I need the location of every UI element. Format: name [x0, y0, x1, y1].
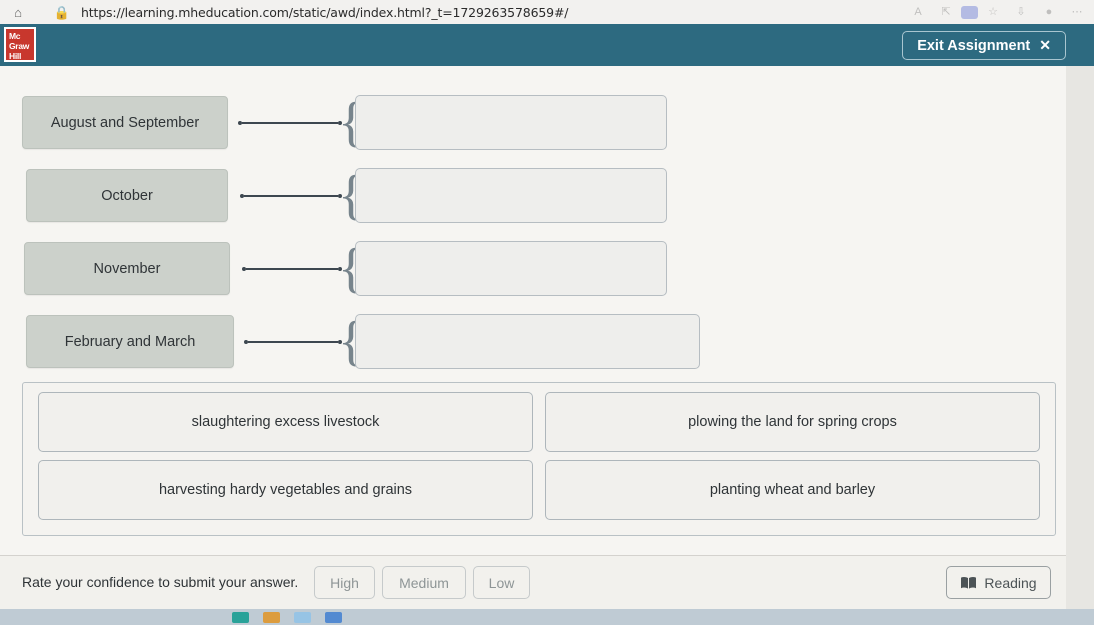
more-icon[interactable]: ⋯ [1064, 2, 1090, 22]
term-box-3[interactable]: November [24, 242, 230, 295]
connector-line-2 [240, 194, 342, 198]
footer-bar: Rate your confidence to submit your answ… [0, 555, 1072, 609]
answer-option[interactable]: plowing the land for spring crops [539, 392, 1046, 460]
app-header: Mc Graw Hill Exit Assignment ✕ [0, 24, 1094, 66]
answer-option-1[interactable]: slaughtering excess livestock [38, 392, 533, 452]
matching-area: August and September { October {Novembe… [0, 94, 1072, 388]
taskbar-icon-4[interactable] [325, 611, 342, 623]
term-label: August and September [50, 114, 200, 131]
drop-zone-1[interactable] [355, 95, 667, 150]
answer-option-label: slaughtering excess livestock [191, 414, 380, 430]
confidence-medium-label: Medium [399, 574, 449, 591]
match-row: August and September { [0, 94, 1072, 169]
answer-bank: slaughtering excess livestock plowing th… [22, 382, 1056, 536]
address-bar-url[interactable]: https://learning.mheducation.com/static/… [81, 5, 569, 20]
answer-option-label: planting wheat and barley [709, 482, 876, 498]
taskbar-icon-3[interactable] [294, 611, 311, 623]
term-box-2[interactable]: October [26, 169, 228, 222]
term-label: October [101, 187, 153, 204]
screen: ⌂ 🔒 https://learning.mheducation.com/sta… [0, 0, 1094, 625]
connector-segment [248, 341, 338, 343]
taskbar-icon-1[interactable] [232, 611, 249, 623]
connector-segment [244, 195, 338, 197]
logo-line-3: Hill [9, 51, 22, 61]
confidence-medium-button[interactable]: Medium [382, 566, 466, 599]
confidence-prompt: Rate your confidence to submit your answ… [22, 574, 299, 590]
desktop-taskbar [0, 609, 1094, 625]
drop-zone-4[interactable] [355, 314, 700, 369]
close-icon[interactable]: ✕ [1039, 37, 1051, 54]
share-icon[interactable]: ⇱ [933, 2, 959, 22]
match-row: February and March { [0, 313, 1072, 388]
logo-line-1: Mc [9, 31, 21, 41]
answer-option[interactable]: planting wheat and barley [539, 460, 1046, 528]
term-label: November [93, 260, 161, 277]
page-right-margin [1066, 66, 1094, 609]
answer-option-label: plowing the land for spring crops [688, 414, 897, 430]
connector-line-3 [242, 267, 342, 271]
browser-toolbar-icons: A ⇱ ☆ ⇩ ● ⋯ [905, 0, 1090, 24]
confidence-high-label: High [330, 574, 359, 591]
answer-option[interactable]: harvesting hardy vegetables and grains [32, 460, 539, 528]
exit-assignment-label: Exit Assignment [917, 37, 1031, 54]
term-box-4[interactable]: February and March [26, 315, 234, 368]
answer-option-4[interactable]: planting wheat and barley [545, 460, 1040, 520]
book-icon [961, 576, 977, 589]
term-box-1[interactable]: August and September [22, 96, 228, 149]
match-row: November { [0, 240, 1072, 315]
home-icon[interactable]: ⌂ [7, 2, 29, 22]
mcgraw-hill-logo: Mc Graw Hill [4, 27, 36, 62]
exit-assignment-button[interactable]: Exit Assignment ✕ [902, 31, 1066, 60]
term-label: February and March [64, 333, 196, 350]
drop-zone-2[interactable] [355, 168, 667, 223]
reading-label: Reading [984, 574, 1037, 591]
taskbar-icon-2[interactable] [263, 611, 280, 623]
extension-icon[interactable] [961, 5, 978, 19]
drop-zone-3[interactable] [355, 241, 667, 296]
confidence-low-button[interactable]: Low [473, 566, 530, 599]
reading-button[interactable]: Reading [946, 566, 1051, 599]
profile-icon[interactable]: ● [1036, 2, 1062, 22]
answer-option[interactable]: slaughtering excess livestock [32, 392, 539, 460]
connector-line-4 [244, 340, 342, 344]
assignment-page: August and September { October {Novembe… [0, 66, 1072, 609]
lock-icon[interactable]: 🔒 [51, 2, 73, 22]
answer-option-3[interactable]: harvesting hardy vegetables and grains [38, 460, 533, 520]
answer-option-2[interactable]: plowing the land for spring crops [545, 392, 1040, 452]
logo-line-2: Graw [9, 41, 30, 51]
connector-segment [242, 122, 338, 124]
match-row: October { [0, 167, 1072, 242]
connector-segment [246, 268, 338, 270]
answer-option-label: harvesting hardy vegetables and grains [158, 482, 413, 498]
confidence-high-button[interactable]: High [314, 566, 375, 599]
browser-toolbar: ⌂ 🔒 https://learning.mheducation.com/sta… [0, 0, 1094, 24]
download-icon[interactable]: ⇩ [1008, 2, 1034, 22]
confidence-low-label: Low [488, 574, 515, 591]
favorite-icon[interactable]: ☆ [980, 2, 1006, 22]
connector-line-1 [238, 121, 342, 125]
translate-icon[interactable]: A [905, 2, 931, 22]
